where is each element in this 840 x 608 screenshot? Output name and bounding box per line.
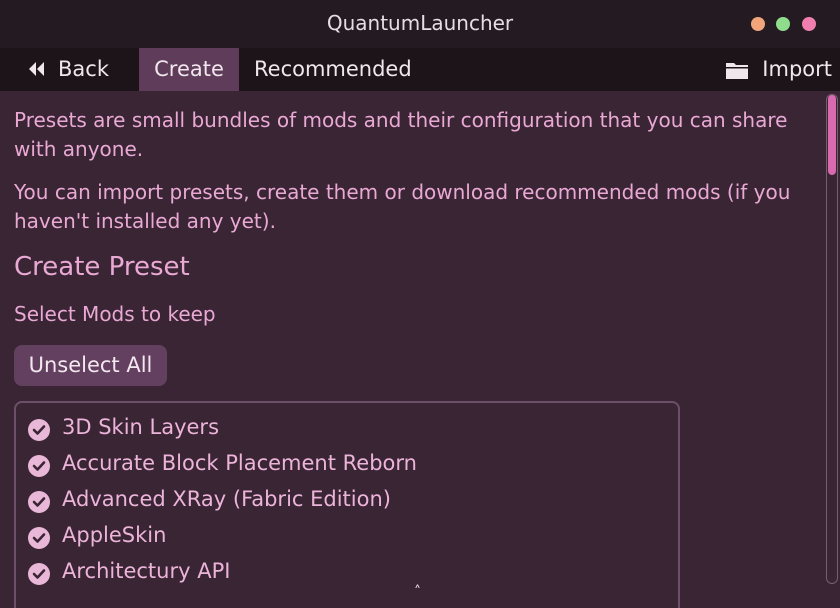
intro-text-1: Presets are small bundles of mods and th… (14, 108, 788, 161)
section-subheading: Select Mods to keep (14, 302, 216, 326)
title-bar: QuantumLauncher (0, 0, 840, 48)
mod-name: 3D Skin Layers (62, 415, 220, 439)
minimize-button[interactable] (751, 17, 765, 31)
checkbox-checked-icon[interactable] (28, 491, 50, 513)
mod-name: AppleSkin (62, 523, 167, 547)
checkbox-checked-icon[interactable] (28, 527, 50, 549)
mod-list[interactable]: 3D Skin Layers Accurate Block Placement … (14, 401, 680, 608)
maximize-button[interactable] (776, 17, 790, 31)
main-content: Presets are small bundles of mods and th… (0, 91, 824, 608)
section-heading: Create Preset (14, 252, 190, 282)
folder-icon (726, 63, 749, 79)
back-label: Back (58, 57, 109, 81)
tab-recommended[interactable]: Recommended (254, 48, 412, 91)
import-label: Import (762, 57, 832, 81)
mod-name: Accurate Block Placement Reborn (62, 451, 417, 475)
mod-name: Architectury API (62, 559, 231, 583)
unselect-all-button[interactable]: Unselect All (14, 345, 167, 386)
back-button[interactable]: Back (28, 48, 109, 91)
back-icon (29, 62, 44, 76)
import-button[interactable]: Import (725, 48, 832, 91)
close-button[interactable] (802, 17, 816, 31)
scrollbar-thumb[interactable] (828, 95, 836, 175)
tab-create[interactable]: Create (139, 48, 239, 91)
window-title: QuantumLauncher (326, 11, 514, 35)
checkbox-checked-icon[interactable] (28, 455, 50, 477)
mod-name: Advanced XRay (Fabric Edition) (62, 487, 391, 511)
checkbox-checked-icon[interactable] (28, 419, 50, 441)
scroll-caret-icon: ˄ (414, 584, 421, 600)
checkbox-checked-icon[interactable] (28, 563, 50, 585)
nav-bar: Back Create Recommended Import (0, 48, 840, 91)
intro-text-2: You can import presets, create them or d… (14, 180, 791, 233)
